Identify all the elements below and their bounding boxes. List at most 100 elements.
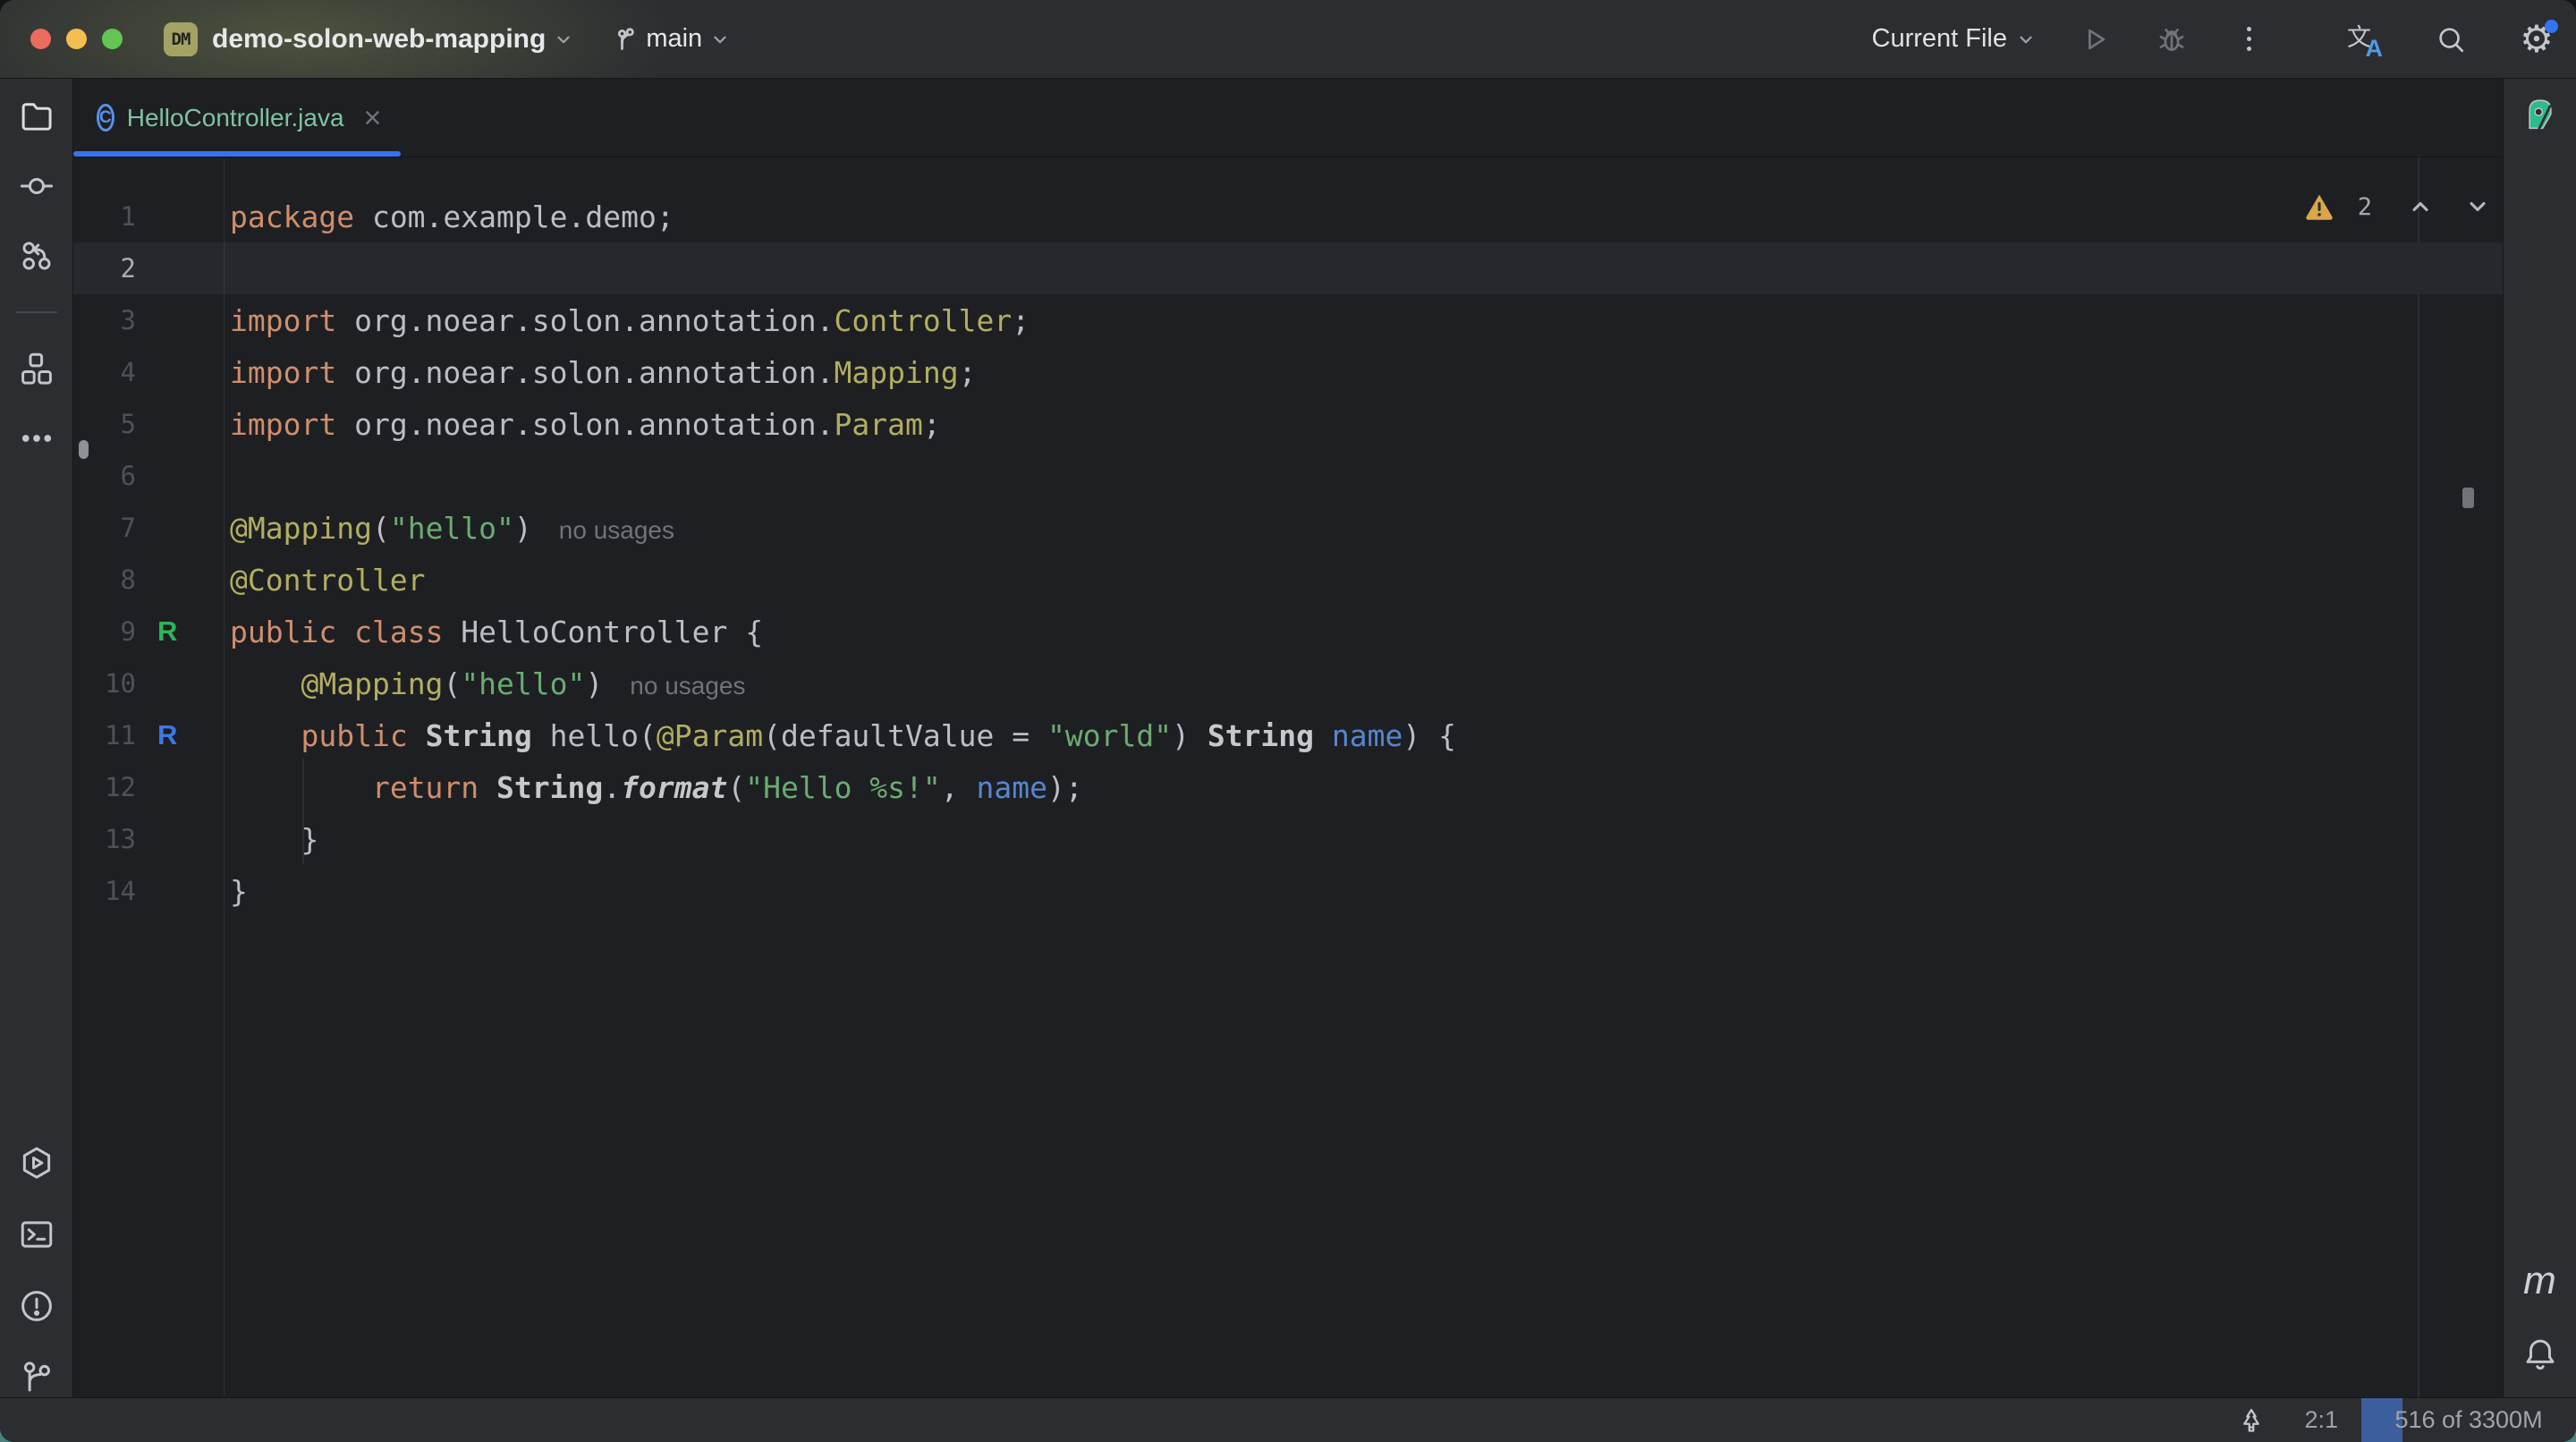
- line-number: 9: [120, 616, 136, 647]
- code-token: @Mapping: [301, 666, 444, 701]
- translate-button[interactable]: 文A: [2347, 21, 2383, 62]
- active-tab-underline: [73, 151, 401, 157]
- run-gutter-icon[interactable]: R: [136, 615, 224, 648]
- code-text: import org.noear.solon.annotation.Param;: [224, 407, 941, 442]
- code-line-10[interactable]: 10 @Mapping("hello") no usages: [73, 657, 2503, 709]
- memory-indicator[interactable]: 516 of 3300M: [2361, 1398, 2576, 1442]
- vcs-tool-window-button[interactable]: [17, 236, 56, 276]
- code-text: @Mapping("hello") no usages: [224, 511, 674, 546]
- plugins-icon: [21, 352, 52, 385]
- code-token: (defaultValue =: [763, 717, 1047, 753]
- code-line-9[interactable]: 9 Rpublic class HelloController {: [73, 606, 2503, 657]
- code-line-6[interactable]: 6: [73, 450, 2503, 502]
- services-icon: [22, 1147, 50, 1179]
- tab-file-name: HelloController.java: [126, 103, 344, 131]
- vcs-widget[interactable]: main: [613, 24, 730, 54]
- stripe-divider: [15, 311, 57, 313]
- code-line-4[interactable]: 4 import org.noear.solon.annotation.Mappi…: [73, 346, 2503, 398]
- code-token: .: [603, 769, 622, 805]
- code-token: String: [1207, 717, 1315, 753]
- project-tool-window-button[interactable]: [17, 97, 56, 136]
- bell-icon: [2526, 1339, 2554, 1370]
- line-number: 5: [120, 409, 136, 439]
- minimize-window-button[interactable]: [66, 29, 87, 49]
- notification-dot: [2545, 19, 2558, 33]
- code-editor[interactable]: 1 package com.example.demo; 2 3 import org.n…: [73, 157, 2503, 1397]
- code-line-13[interactable]: 13 }: [73, 813, 2503, 865]
- code-token: name: [1331, 717, 1403, 753]
- commit-tool-window-button[interactable]: [17, 166, 56, 206]
- chevron-up-icon[interactable]: [2408, 194, 2433, 219]
- right-stripe-bottom: m: [2521, 1261, 2560, 1374]
- code-line-7[interactable]: 7 @Mapping("hello") no usages: [73, 502, 2503, 554]
- debug-button[interactable]: [2154, 21, 2190, 57]
- status-bar-widgets: 2:1 516 of 3300M: [2222, 1398, 2576, 1442]
- tab-close-icon[interactable]: ×: [364, 103, 382, 133]
- terminal-tool-window-button[interactable]: [17, 1215, 56, 1254]
- code-token: ;: [1012, 302, 1030, 338]
- code-line-3[interactable]: 3 import org.noear.solon.annotation.Contr…: [73, 294, 2503, 346]
- inspections-widget[interactable]: 2: [2304, 191, 2490, 222]
- line-number: 7: [120, 513, 136, 543]
- maven-tool-window-button[interactable]: m: [2523, 1261, 2556, 1302]
- code-text: @Mapping("hello") no usages: [224, 666, 745, 701]
- code-line-5[interactable]: 5 import org.noear.solon.annotation.Param…: [73, 398, 2503, 450]
- commit-icon: [20, 177, 53, 195]
- code-line-2[interactable]: 2: [73, 242, 2503, 294]
- right-tool-window-stripe: m: [2503, 79, 2576, 1397]
- project-name: demo-solon-web-mapping: [212, 23, 547, 54]
- run-button[interactable]: [2077, 21, 2113, 57]
- code-token: org.noear.solon.annotation.: [336, 406, 835, 442]
- code-line-11[interactable]: 11 R public String hello(@Param(defaultVa…: [73, 709, 2503, 761]
- code-token: @Controller: [230, 562, 426, 598]
- code-line-12[interactable]: 12 return String.format("Hello %s!", nam…: [73, 761, 2503, 813]
- code-token: @Param: [656, 717, 764, 753]
- code-text: public class HelloController {: [224, 615, 763, 649]
- code-token: "hello": [389, 510, 514, 546]
- line-number: 2: [120, 253, 136, 284]
- gutter-handle-dot: [79, 440, 89, 459]
- kebab-menu-icon: [2246, 27, 2251, 51]
- more-tool-windows-button[interactable]: [17, 419, 56, 458]
- project-widget[interactable]: demo-solon-web-mapping: [212, 24, 573, 55]
- more-ellipsis-icon: [21, 435, 51, 442]
- problems-tool-window-button[interactable]: [17, 1286, 56, 1326]
- run-configuration-selector[interactable]: Current File: [1872, 24, 2037, 54]
- tree-status-widget[interactable]: [2222, 1398, 2281, 1442]
- close-window-button[interactable]: [30, 29, 51, 49]
- zoom-window-button[interactable]: [102, 29, 123, 49]
- code-token: (: [727, 769, 746, 805]
- code-line-1[interactable]: 1 package com.example.demo;: [73, 191, 2503, 242]
- plugins-tool-window-button[interactable]: [17, 349, 56, 388]
- code-token: public: [301, 717, 408, 753]
- code-token: "Hello %s!": [745, 769, 941, 805]
- line-number: 6: [120, 461, 136, 491]
- error-stripe-mark[interactable]: [2462, 488, 2474, 508]
- services-tool-window-button[interactable]: [17, 1143, 56, 1183]
- left-tool-window-stripe: [0, 79, 73, 1397]
- code-line-8[interactable]: 8 @Controller: [73, 554, 2503, 606]
- code-text: }: [224, 822, 318, 857]
- tree-icon: [2243, 1408, 2260, 1432]
- title-bar: DM demo-solon-web-mapping main Current F…: [0, 0, 2576, 79]
- run-gutter-icon[interactable]: R: [136, 719, 224, 751]
- notifications-button[interactable]: [2521, 1335, 2560, 1374]
- folder-icon: [21, 103, 52, 131]
- more-actions-button[interactable]: [2231, 21, 2267, 57]
- code-token: class: [354, 614, 444, 649]
- caret-position-widget[interactable]: 2:1: [2281, 1398, 2361, 1442]
- code-line-14[interactable]: 14}: [73, 865, 2503, 917]
- tab-hellocontroller[interactable]: C HelloController.java ×: [73, 79, 401, 157]
- green-plugin-tool-window-button[interactable]: [2521, 93, 2560, 132]
- git-tool-window-button[interactable]: [17, 1358, 56, 1397]
- code-token: (: [443, 666, 462, 701]
- code-lines: 1 package com.example.demo; 2 3 import org.n…: [73, 191, 2503, 917]
- project-badge[interactable]: DM: [164, 21, 198, 56]
- left-stripe-bottom: [17, 1143, 56, 1397]
- settings-button[interactable]: ⚙: [2519, 19, 2558, 57]
- chevron-down-icon[interactable]: [2465, 194, 2490, 219]
- search-everywhere-button[interactable]: [2433, 21, 2469, 57]
